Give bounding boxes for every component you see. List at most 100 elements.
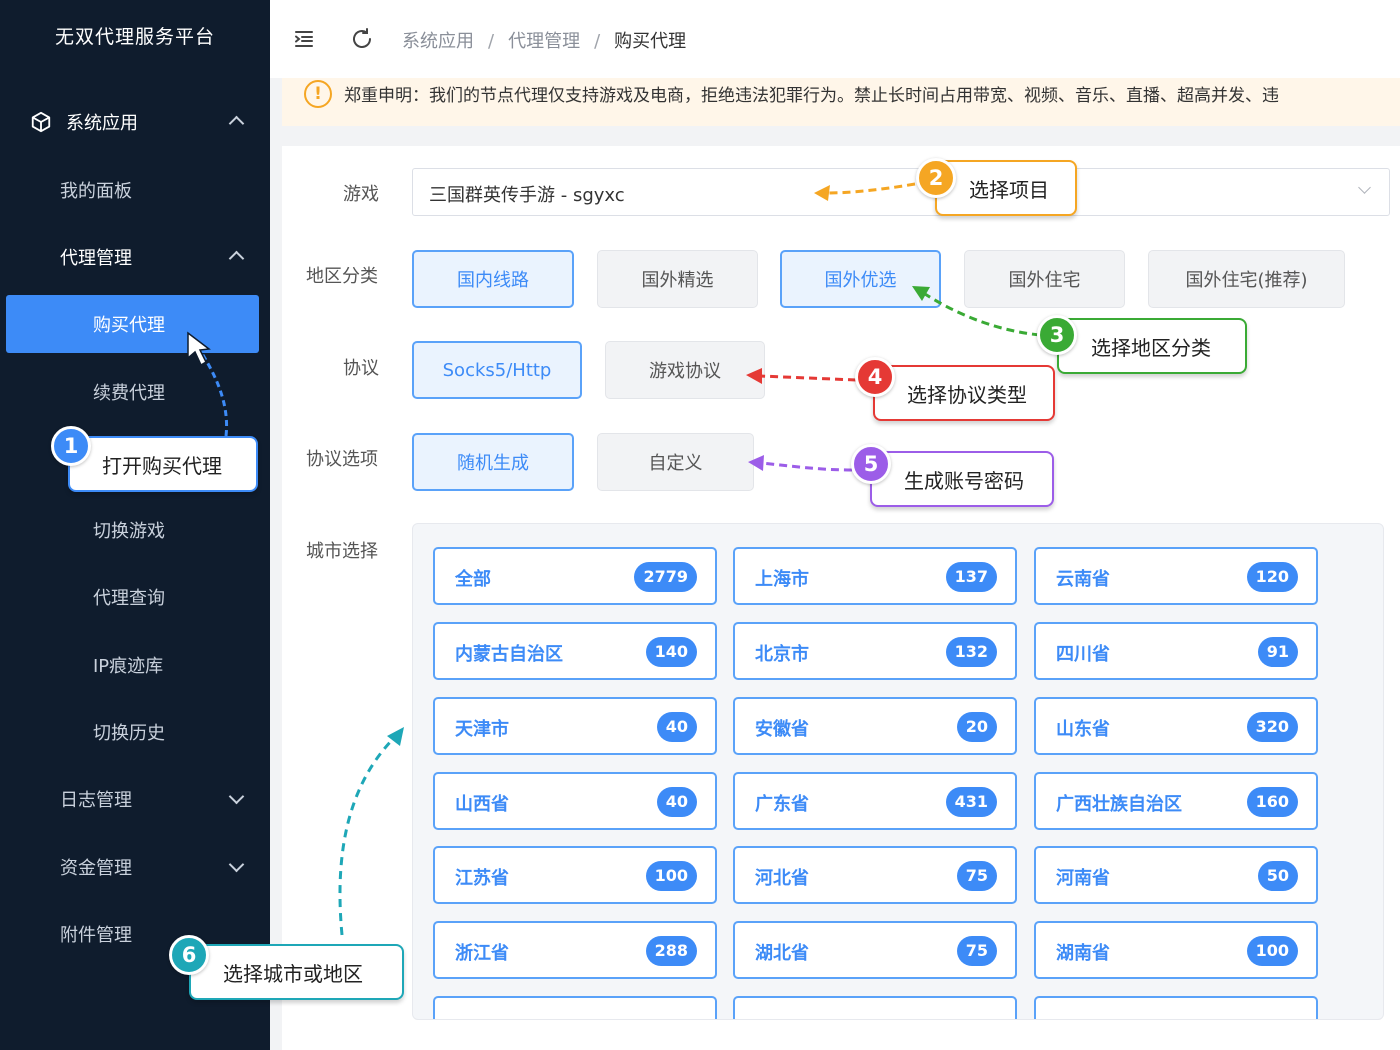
city-grid: 全部 2779 上海市 137 云南省 120 内蒙古自治区 140 北京市 132 四川省 91 天津… <box>412 523 1384 1020</box>
protocol-option-label: 协议选项 <box>306 449 378 470</box>
breadcrumb-separator: / <box>594 31 601 52</box>
menu-switch-history[interactable]: 切换历史 <box>0 704 270 760</box>
menu-renew-proxy[interactable]: 续费代理 <box>0 364 270 420</box>
city-count-badge: 132 <box>945 637 997 667</box>
city-name: 广西壮族自治区 <box>1056 794 1182 815</box>
city-option[interactable]: 四川省 91 <box>1034 622 1318 680</box>
city-option[interactable]: 河北省 75 <box>733 846 1017 904</box>
city-option[interactable]: 内蒙古自治区 140 <box>433 622 717 680</box>
menu-switch-game[interactable]: 切换游戏 <box>0 502 270 558</box>
city-option[interactable]: 安徽省 20 <box>733 697 1017 755</box>
city-option[interactable]: 河南省 50 <box>1034 846 1318 904</box>
callout-text: 选择地区分类 <box>1091 335 1211 360</box>
protocol-option-game[interactable]: 游戏协议 <box>605 341 765 399</box>
city-name: 云南省 <box>1056 569 1110 590</box>
callout-text: 生成账号密码 <box>904 468 1024 493</box>
city-option[interactable]: 北京市 132 <box>733 622 1017 680</box>
protocol-opt-random[interactable]: 随机生成 <box>412 433 574 491</box>
region-option-overseas-select[interactable]: 国外精选 <box>597 250 758 308</box>
city-option[interactable]: 江苏省 100 <box>433 846 717 904</box>
city-count-badge: 75 <box>956 936 997 966</box>
sidebar: 无双代理服务平台 系统应用 我的面板 代理管理 购买代理 续费代理 切换游戏 代… <box>0 0 270 1050</box>
menu-fold-icon[interactable] <box>292 27 316 51</box>
city-name: 北京市 <box>755 644 809 665</box>
city-name: 河北省 <box>755 868 809 889</box>
city-option[interactable]: 湖南省 100 <box>1034 921 1318 979</box>
game-label: 游戏 <box>343 184 379 205</box>
callout-text: 打开购买代理 <box>102 453 222 478</box>
city-option[interactable]: 上海市 137 <box>733 547 1017 605</box>
city-option[interactable]: 山西省 40 <box>433 772 717 830</box>
city-option-partial[interactable] <box>433 996 717 1019</box>
step-badge-3: 3 <box>1037 315 1077 355</box>
callout-step-3: 选择地区分类 <box>1057 318 1247 374</box>
city-option[interactable]: 全部 2779 <box>433 547 717 605</box>
chevron-down-icon <box>228 856 245 873</box>
city-count-badge: 20 <box>956 712 997 742</box>
city-label: 城市选择 <box>306 541 378 562</box>
menu-ip-trace-label: IP痕迹库 <box>93 656 164 677</box>
city-count-badge: 320 <box>1246 712 1298 742</box>
city-option[interactable]: 广东省 431 <box>733 772 1017 830</box>
city-name: 四川省 <box>1056 644 1110 665</box>
warning-icon: ! <box>304 80 332 108</box>
menu-system-apps[interactable]: 系统应用 <box>0 94 270 150</box>
region-option-overseas-residential[interactable]: 国外住宅 <box>964 250 1125 308</box>
step-badge-6: 6 <box>169 935 209 975</box>
city-option[interactable]: 云南省 120 <box>1034 547 1318 605</box>
city-option[interactable]: 天津市 40 <box>433 697 717 755</box>
city-name: 上海市 <box>755 569 809 590</box>
menu-switch-game-label: 切换游戏 <box>93 521 165 542</box>
menu-buy-proxy[interactable]: 购买代理 <box>6 295 259 353</box>
city-name: 山西省 <box>455 794 509 815</box>
notice-bar: ! 郑重申明：我们的节点代理仅支持游戏及电商，拒绝违法犯罪行为。禁止长时间占用带… <box>282 78 1400 126</box>
menu-log-mgmt-label: 日志管理 <box>60 790 132 811</box>
game-select[interactable]: 三国群英传手游 - sgyxc <box>412 168 1390 216</box>
city-name: 内蒙古自治区 <box>455 644 563 665</box>
region-option-overseas-preferred[interactable]: 国外优选 <box>780 250 941 308</box>
city-option-partial[interactable] <box>1034 996 1318 1019</box>
top-bar: 系统应用 / 代理管理 / 购买代理 <box>270 0 1400 78</box>
menu-buy-proxy-label: 购买代理 <box>93 315 165 336</box>
menu-system-apps-label: 系统应用 <box>66 113 138 134</box>
city-option[interactable]: 山东省 320 <box>1034 697 1318 755</box>
city-count-badge: 160 <box>1246 787 1298 817</box>
region-option-residential-recommended[interactable]: 国外住宅(推荐) <box>1148 250 1345 308</box>
city-option[interactable]: 浙江省 288 <box>433 921 717 979</box>
breadcrumb-item[interactable]: 代理管理 <box>508 31 580 52</box>
breadcrumb-separator: / <box>488 31 495 52</box>
menu-proxy-mgmt[interactable]: 代理管理 <box>0 229 270 285</box>
city-name: 安徽省 <box>755 719 809 740</box>
menu-dashboard[interactable]: 我的面板 <box>0 162 270 218</box>
city-count-badge: 120 <box>1246 562 1298 592</box>
city-count-badge: 91 <box>1257 637 1298 667</box>
city-count-badge: 137 <box>945 562 997 592</box>
protocol-opt-custom[interactable]: 自定义 <box>597 433 754 491</box>
refresh-icon[interactable] <box>350 27 374 51</box>
city-count-badge: 288 <box>645 936 697 966</box>
city-name: 山东省 <box>1056 719 1110 740</box>
chevron-up-icon <box>228 250 245 267</box>
step-badge-4: 4 <box>855 357 895 397</box>
menu-log-mgmt[interactable]: 日志管理 <box>0 771 270 827</box>
menu-fund-mgmt[interactable]: 资金管理 <box>0 839 270 895</box>
breadcrumb-item[interactable]: 系统应用 <box>402 31 474 52</box>
region-label: 地区分类 <box>306 266 378 287</box>
callout-step-2: 选择项目 <box>935 160 1077 216</box>
city-name: 河南省 <box>1056 868 1110 889</box>
menu-ip-trace[interactable]: IP痕迹库 <box>0 637 270 693</box>
callout-step-6: 选择城市或地区 <box>189 944 404 1000</box>
callout-step-1: 打开购买代理 <box>68 436 258 492</box>
region-option-domestic[interactable]: 国内线路 <box>412 250 574 308</box>
menu-attach-mgmt-label: 附件管理 <box>60 925 132 946</box>
menu-proxy-query[interactable]: 代理查询 <box>0 569 270 625</box>
city-option[interactable]: 湖北省 75 <box>733 921 1017 979</box>
protocol-option-socks5[interactable]: Socks5/Http <box>412 341 582 399</box>
city-name: 湖北省 <box>755 943 809 964</box>
step-badge-2: 2 <box>916 158 956 198</box>
chevron-down-icon <box>228 788 245 805</box>
city-option[interactable]: 广西壮族自治区 160 <box>1034 772 1318 830</box>
city-option-partial[interactable] <box>733 996 1017 1019</box>
menu-switch-history-label: 切换历史 <box>93 723 165 744</box>
city-name: 全部 <box>455 569 491 590</box>
